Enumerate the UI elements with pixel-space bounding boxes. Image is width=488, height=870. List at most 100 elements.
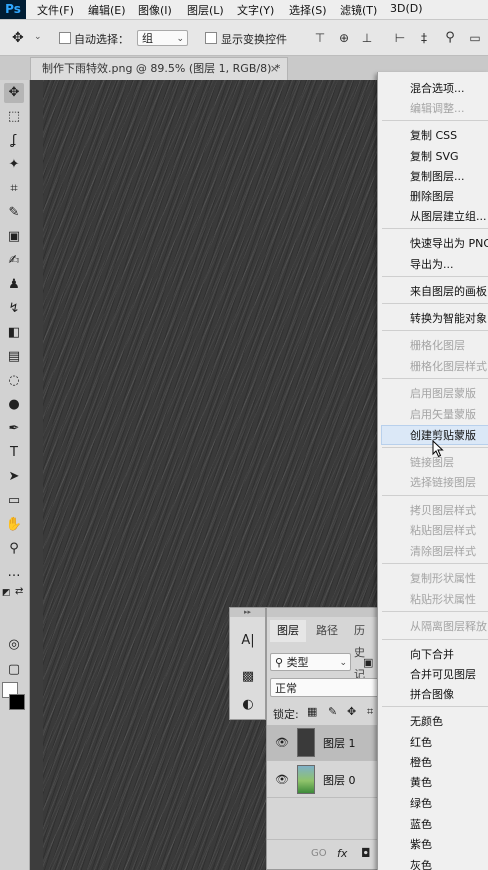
menu-edit[interactable]: 编辑(E) [88, 2, 126, 18]
dodge-tool-icon[interactable]: ● [4, 395, 24, 415]
brush-tool-icon[interactable]: ✍ [4, 251, 24, 271]
adjustments-panel-icon[interactable]: ◐ [239, 696, 257, 714]
menu-3d[interactable]: 3D(D) [390, 2, 423, 15]
document-tab-title: 制作下雨特效.png @ 89.5% (图层 1, RGB/8) * [42, 62, 281, 75]
gradient-tool-icon[interactable]: ▤ [4, 347, 24, 367]
menu-type[interactable]: 文字(Y) [237, 2, 274, 18]
hand-tool-icon[interactable]: ✋ [4, 515, 24, 535]
quick-mask-icon[interactable]: ◎ [4, 635, 24, 655]
close-icon[interactable]: × [270, 58, 279, 80]
link-layers-icon[interactable]: GO [311, 848, 327, 859]
menu-separator [382, 303, 488, 304]
menu-select[interactable]: 选择(S) [289, 2, 327, 18]
context-menu-item[interactable]: 从图层建立组... [410, 208, 487, 224]
layer-name[interactable]: 图层 0 [323, 772, 356, 788]
align-horizontal-center-icon[interactable]: ‡ [417, 31, 431, 45]
lasso-tool-icon[interactable]: ʆ [4, 131, 24, 151]
character-panel-icon[interactable]: A| [239, 632, 257, 650]
context-menu-item[interactable]: 来自图层的画板... [410, 283, 488, 299]
context-menu-item[interactable]: 混合选项... [410, 80, 465, 96]
eye-icon[interactable]: 👁 [275, 736, 289, 749]
context-menu-item[interactable]: 紫色 [410, 836, 432, 852]
menu-image[interactable]: 图像(I) [138, 2, 172, 18]
tab-layers[interactable]: 图层 [270, 620, 306, 642]
crop-tool-icon[interactable]: ⌗ [4, 179, 24, 199]
lock-artboard-icon[interactable]: ⌗ [367, 705, 373, 719]
context-menu-item[interactable]: 合并可见图层 [410, 666, 476, 682]
context-menu-item[interactable]: 拼合图像 [410, 686, 454, 702]
more-tools-icon[interactable]: … [4, 563, 24, 583]
context-menu-item[interactable]: 删除图层 [410, 188, 454, 204]
align-bottom-icon[interactable]: ⊥ [360, 31, 374, 45]
chevron-down-icon[interactable]: ⌄ [34, 32, 42, 42]
document-tab[interactable]: 制作下雨特效.png @ 89.5% (图层 1, RGB/8) * × [30, 57, 288, 80]
styles-panel-icon[interactable]: ▩ [239, 668, 257, 686]
blur-tool-icon[interactable]: ◌ [4, 371, 24, 391]
pen-tool-icon[interactable]: ✒ [4, 419, 24, 439]
panel-grip-icon[interactable]: ▸▸ [230, 608, 265, 617]
menu-file[interactable]: 文件(F) [37, 2, 74, 18]
clone-stamp-tool-icon[interactable]: ♟ [4, 275, 24, 295]
workspace-icon[interactable]: ▭ [468, 31, 482, 45]
layer-row[interactable]: 👁 图层 1 [267, 725, 377, 761]
path-selection-tool-icon[interactable]: ➤ [4, 467, 24, 487]
align-left-icon[interactable]: ⊢ [393, 31, 407, 45]
show-transform-label: 显示变换控件 [221, 33, 287, 46]
eye-icon[interactable]: 👁 [275, 773, 289, 786]
context-menu-item[interactable]: 无颜色 [410, 713, 443, 729]
context-menu-item[interactable]: 复制 CSS [410, 127, 457, 143]
context-menu-item: 从隔离图层释放 [410, 620, 487, 633]
eraser-tool-icon[interactable]: ◧ [4, 323, 24, 343]
move-tool-icon[interactable]: ✥ [12, 30, 24, 46]
tab-history[interactable]: 历史记 [347, 620, 377, 681]
layer-style-icon[interactable]: fx [337, 847, 347, 860]
context-menu-item[interactable]: 复制图层... [410, 168, 465, 184]
add-mask-icon[interactable]: ◘ [361, 846, 371, 860]
context-menu-item[interactable]: 红色 [410, 734, 432, 750]
default-colors-icon[interactable]: ◩ [2, 588, 11, 598]
context-menu-item[interactable]: 快速导出为 PNG [410, 235, 488, 251]
healing-brush-tool-icon[interactable]: ▣ [4, 227, 24, 247]
background-color-swatch[interactable] [9, 694, 25, 710]
type-tool-icon[interactable]: T [4, 443, 24, 463]
align-top-icon[interactable]: ⊤ [313, 31, 327, 45]
magic-wand-tool-icon[interactable]: ✦ [4, 155, 24, 175]
rectangle-tool-icon[interactable]: ▭ [4, 491, 24, 511]
zoom-tool-icon[interactable]: ⚲ [4, 539, 24, 559]
layer-row[interactable]: 👁 图层 0 [267, 762, 377, 798]
show-transform-checkbox[interactable] [205, 32, 217, 44]
eyedropper-tool-icon[interactable]: ✎ [4, 203, 24, 223]
context-menu-item[interactable]: 灰色 [410, 857, 432, 870]
panel-grip[interactable] [267, 608, 377, 617]
screen-mode-icon[interactable]: ▢ [4, 660, 24, 680]
marquee-tool-icon[interactable]: ⬚ [4, 107, 24, 127]
search-icon[interactable]: ⚲ [443, 31, 457, 45]
menu-separator [382, 276, 488, 277]
menu-layer[interactable]: 图层(L) [187, 2, 224, 18]
lock-position-icon[interactable]: ✥ [347, 705, 356, 718]
context-menu-item[interactable]: 向下合并 [410, 646, 454, 662]
image-filter-icon[interactable]: ▣ [363, 656, 373, 669]
auto-select-dropdown[interactable]: 组 ⌄ [137, 30, 188, 46]
move-tool-icon[interactable]: ✥ [4, 83, 24, 103]
context-menu-item[interactable]: 绿色 [410, 795, 432, 811]
context-menu-item[interactable]: 黄色 [410, 774, 432, 790]
menu-filter[interactable]: 滤镜(T) [340, 2, 377, 18]
context-menu-item[interactable]: 导出为... [410, 256, 454, 272]
auto-select-label: 自动选择： [74, 33, 129, 46]
history-brush-tool-icon[interactable]: ↯ [4, 299, 24, 319]
auto-select-checkbox[interactable] [59, 32, 71, 44]
layer-name[interactable]: 图层 1 [323, 735, 356, 751]
context-menu-item[interactable]: 复制 SVG [410, 148, 459, 164]
context-menu-item[interactable]: 橙色 [410, 754, 432, 770]
lock-transparency-icon[interactable]: ▦ [307, 705, 317, 718]
lock-pixels-icon[interactable]: ✎ [328, 705, 337, 718]
swap-colors-icon[interactable]: ⇄ [15, 586, 23, 597]
tab-paths[interactable]: 路径 [309, 620, 345, 642]
layer-filter-dropdown[interactable]: ⚲ 类型 ⌄ [270, 653, 351, 671]
align-vertical-center-icon[interactable]: ⊕ [337, 31, 351, 45]
context-menu-item[interactable]: 转换为智能对象 [410, 310, 487, 326]
blend-mode-dropdown[interactable]: 正常 [270, 678, 377, 697]
toolbox: ✥ ⬚ ʆ ✦ ⌗ ✎ ▣ ✍ ♟ ↯ ◧ ▤ ◌ ● ✒ T ➤ ▭ ✋ ⚲ … [0, 80, 30, 870]
context-menu-item[interactable]: 蓝色 [410, 816, 432, 832]
